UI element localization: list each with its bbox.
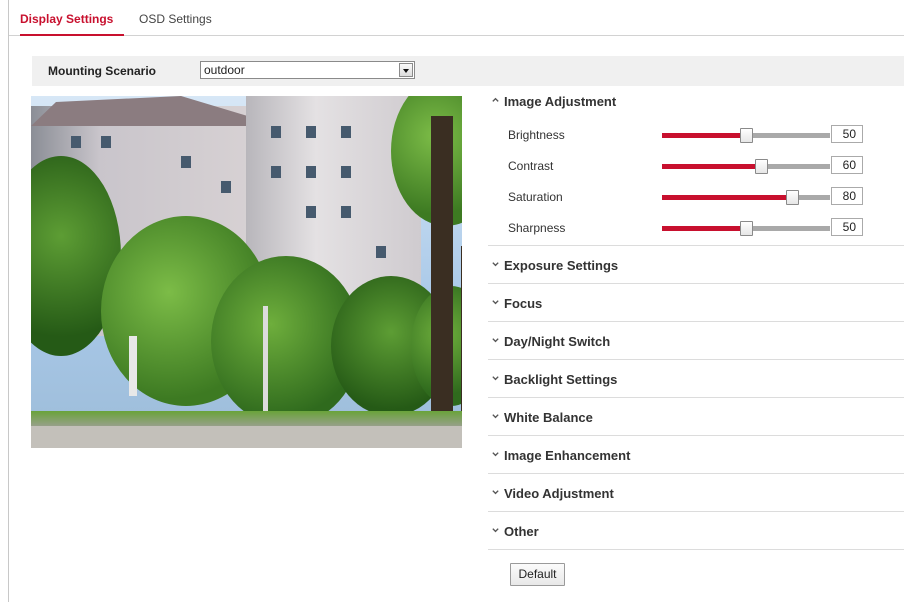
dropdown-arrow-icon[interactable]	[399, 63, 413, 77]
section-title[interactable]: Day/Night Switch	[504, 334, 610, 349]
slider-label: Saturation	[508, 190, 563, 204]
video-window	[221, 181, 231, 193]
section-title[interactable]: Other	[504, 524, 539, 539]
slider-value-input[interactable]: 50	[831, 125, 863, 143]
video-window	[271, 166, 281, 178]
slider-label: Sharpness	[508, 221, 566, 235]
section-image-adjustment: Image Adjustment Brightness 50 Contrast …	[488, 88, 904, 246]
mounting-scenario-value: outdoor	[204, 63, 245, 77]
slider-value-input[interactable]: 80	[831, 187, 863, 205]
slider-fill	[662, 133, 746, 138]
slider-fill	[662, 226, 746, 231]
slider-row-contrast: Contrast 60	[508, 156, 888, 176]
video-window	[341, 166, 351, 178]
video-window	[271, 126, 281, 138]
slider-thumb[interactable]	[740, 221, 753, 236]
slider-row-sharpness: Sharpness 50	[508, 218, 888, 238]
video-window	[341, 126, 351, 138]
video-window	[306, 126, 316, 138]
section-title[interactable]: White Balance	[504, 410, 593, 425]
slider-fill	[662, 164, 761, 169]
section-exposure-settings[interactable]: Exposure Settings	[488, 246, 904, 284]
section-title[interactable]: Image Enhancement	[504, 448, 630, 463]
section-backlight-settings[interactable]: Backlight Settings	[488, 360, 904, 398]
chevron-down-icon[interactable]	[491, 488, 500, 497]
video-window	[306, 166, 316, 178]
section-video-adjustment[interactable]: Video Adjustment	[488, 474, 904, 512]
chevron-down-icon[interactable]	[491, 374, 500, 383]
slider-thumb[interactable]	[740, 128, 753, 143]
slider-thumb[interactable]	[755, 159, 768, 174]
chevron-down-icon[interactable]	[491, 412, 500, 421]
section-title[interactable]: Video Adjustment	[504, 486, 614, 501]
mounting-scenario-bar: Mounting Scenario outdoor	[32, 56, 904, 86]
slider-fill	[662, 195, 792, 200]
slider-thumb[interactable]	[786, 190, 799, 205]
video-sign	[129, 336, 137, 396]
section-title[interactable]: Image Adjustment	[504, 94, 616, 109]
left-rule	[8, 0, 9, 602]
live-video-preview	[31, 96, 462, 448]
chevron-down-icon[interactable]	[491, 260, 500, 269]
video-window	[101, 136, 111, 148]
video-road	[31, 426, 462, 448]
chevron-down-icon[interactable]	[491, 336, 500, 345]
video-trunk	[431, 116, 453, 448]
slider-value-input[interactable]: 60	[831, 156, 863, 174]
section-white-balance[interactable]: White Balance	[488, 398, 904, 436]
section-image-enhancement[interactable]: Image Enhancement	[488, 436, 904, 474]
section-title[interactable]: Focus	[504, 296, 542, 311]
section-focus[interactable]: Focus	[488, 284, 904, 322]
tab-osd-settings[interactable]: OSD Settings	[139, 9, 212, 34]
slider-value-input[interactable]: 50	[831, 218, 863, 236]
tab-bar: Display Settings OSD Settings	[9, 9, 904, 36]
page: Display Settings OSD Settings Mounting S…	[0, 0, 904, 602]
slider-label: Contrast	[508, 159, 554, 173]
section-title[interactable]: Exposure Settings	[504, 258, 618, 273]
mounting-scenario-select[interactable]: outdoor	[200, 61, 415, 79]
slider-track[interactable]	[662, 159, 830, 174]
video-window	[341, 206, 351, 218]
section-title[interactable]: Backlight Settings	[504, 372, 617, 387]
video-window	[306, 206, 316, 218]
video-window	[71, 136, 81, 148]
chevron-down-icon[interactable]	[491, 450, 500, 459]
tab-display-settings[interactable]: Display Settings	[20, 9, 124, 36]
chevron-up-icon[interactable]	[491, 96, 500, 105]
mounting-scenario-label: Mounting Scenario	[48, 64, 156, 78]
video-window	[376, 246, 386, 258]
chevron-down-icon[interactable]	[491, 298, 500, 307]
section-other[interactable]: Other	[488, 512, 904, 550]
chevron-down-icon[interactable]	[491, 526, 500, 535]
slider-row-brightness: Brightness 50	[508, 125, 888, 145]
slider-track[interactable]	[662, 190, 830, 205]
slider-label: Brightness	[508, 128, 565, 142]
default-button[interactable]: Default	[510, 563, 565, 586]
slider-track[interactable]	[662, 221, 830, 236]
slider-row-saturation: Saturation 80	[508, 187, 888, 207]
video-window	[181, 156, 191, 168]
slider-track[interactable]	[662, 128, 830, 143]
section-day-night-switch[interactable]: Day/Night Switch	[488, 322, 904, 360]
